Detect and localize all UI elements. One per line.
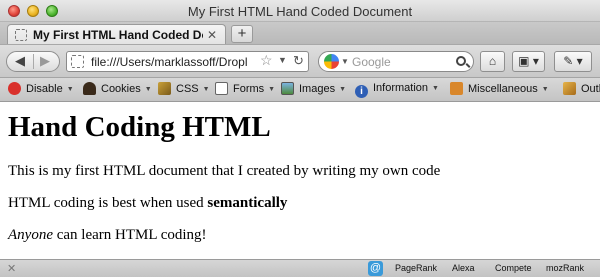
search-input[interactable]: Google <box>352 55 391 69</box>
devbar-label: Disable <box>26 83 63 95</box>
miscellaneous-icon <box>450 82 463 95</box>
url-text[interactable]: file:///Users/marklassoff/Dropl <box>91 55 259 69</box>
devbar-label: Information <box>373 82 429 94</box>
devbar-label: Cookies <box>101 83 141 95</box>
devbar-label: Forms <box>233 83 265 95</box>
devbar-images[interactable]: Images ▼ <box>281 82 346 98</box>
paragraph-first: This is my first HTML document that I cr… <box>8 163 441 179</box>
italic-text: Anyone <box>8 227 53 243</box>
chevron-down-icon: ▼ <box>202 86 210 93</box>
addon-button[interactable]: ✎ ▾ <box>554 51 592 72</box>
tab-close-icon[interactable]: ✕ <box>207 28 217 42</box>
home-button[interactable]: ⌂ <box>480 51 505 72</box>
search-bar[interactable]: ▼ Google <box>318 51 474 72</box>
devbar-information[interactable]: i Information ▼ <box>355 82 439 98</box>
paragraph-anyone: Anyone can learn HTML coding! <box>8 227 207 244</box>
bookmarks-icon: ▣ ▾ <box>518 54 539 68</box>
chevron-down-icon: ▼ <box>144 86 152 93</box>
cookies-icon <box>83 82 96 95</box>
back-forward-buttons: ◀ ▶ <box>6 51 60 72</box>
at-icon[interactable]: @ <box>368 261 383 276</box>
tab-active[interactable]: My First HTML Hand Coded Doc… ✕ <box>7 24 226 45</box>
paragraph-text: HTML coding is best when used <box>8 195 208 211</box>
addon-icon: ✎ ▾ <box>563 54 583 68</box>
window-titlebar: My First HTML Hand Coded Document <box>0 0 600 22</box>
bookmark-star-icon[interactable]: ☆ <box>260 52 273 69</box>
images-icon <box>281 82 294 95</box>
devbar-cookies[interactable]: Cookies ▼ <box>83 82 152 98</box>
tab-title: My First HTML Hand Coded Doc… <box>33 28 203 42</box>
status-mozrank[interactable]: mozRank <box>546 263 584 273</box>
outline-icon <box>563 82 576 95</box>
status-pagerank[interactable]: PageRank <box>395 263 437 273</box>
chevron-down-icon: ▼ <box>339 86 347 93</box>
page-icon <box>15 29 27 41</box>
devbar-disable[interactable]: Disable ▼ <box>8 82 74 98</box>
window-title: My First HTML Hand Coded Document <box>187 4 413 19</box>
information-icon: i <box>355 85 368 98</box>
status-compete[interactable]: Compete <box>495 263 532 273</box>
forms-icon <box>215 82 228 95</box>
chevron-down-icon: ▼ <box>541 86 549 93</box>
google-icon[interactable] <box>324 54 339 69</box>
page-content: Hand Coding HTML This is my first HTML d… <box>0 102 600 259</box>
devbar-forms[interactable]: Forms ▼ <box>215 82 275 98</box>
bold-text: semantically <box>207 195 288 211</box>
home-icon: ⌂ <box>488 54 497 68</box>
devbar-label: Outlin <box>581 83 600 95</box>
url-history-dropdown-icon[interactable]: ▼ <box>278 55 287 65</box>
devbar-css[interactable]: CSS ▼ <box>158 82 210 98</box>
bookmarks-button[interactable]: ▣ ▾ <box>512 51 545 72</box>
chevron-down-icon: ▼ <box>66 86 74 93</box>
devbar-miscellaneous[interactable]: Miscellaneous ▼ <box>450 82 549 98</box>
paragraph-text: can learn HTML coding! <box>52 227 207 243</box>
reload-icon[interactable]: ↻ <box>293 53 304 69</box>
search-icon[interactable] <box>456 56 466 66</box>
search-engine-dropdown-icon[interactable]: ▼ <box>341 57 349 66</box>
chevron-down-icon: ▼ <box>432 85 439 92</box>
devbar-label: Miscellaneous <box>468 83 538 95</box>
devbar-outline[interactable]: Outlin <box>563 82 600 98</box>
devbar-label: Images <box>299 83 336 95</box>
chevron-down-icon: ▼ <box>268 86 276 93</box>
site-identity-icon[interactable] <box>71 55 84 68</box>
status-bar: ✕ @ PageRank Alexa Compete mozRank <box>0 259 600 277</box>
tab-bar: My First HTML Hand Coded Doc… ✕ + <box>0 22 600 45</box>
back-button[interactable]: ◀ <box>15 53 25 69</box>
web-developer-toolbar: Disable ▼ Cookies ▼ CSS ▼ Forms ▼ Images ▼ iI… <box>0 77 600 102</box>
page-heading: Hand Coding HTML <box>8 111 271 143</box>
devbar-label: CSS <box>176 83 199 95</box>
forward-button[interactable]: ▶ <box>40 53 50 69</box>
navigation-toolbar: ◀ ▶ file:///Users/marklassoff/Dropl ☆ ▼ … <box>0 44 600 77</box>
disable-icon <box>8 82 21 95</box>
nav-divider <box>33 54 34 69</box>
status-alexa[interactable]: Alexa <box>452 263 475 273</box>
url-bar[interactable]: file:///Users/marklassoff/Dropl ☆ ▼ ↻ <box>66 51 309 72</box>
close-addon-bar-icon[interactable]: ✕ <box>7 262 16 275</box>
css-icon <box>158 82 171 95</box>
paragraph-semantic: HTML coding is best when used semantical… <box>8 195 287 212</box>
new-tab-button[interactable]: + <box>231 25 253 43</box>
